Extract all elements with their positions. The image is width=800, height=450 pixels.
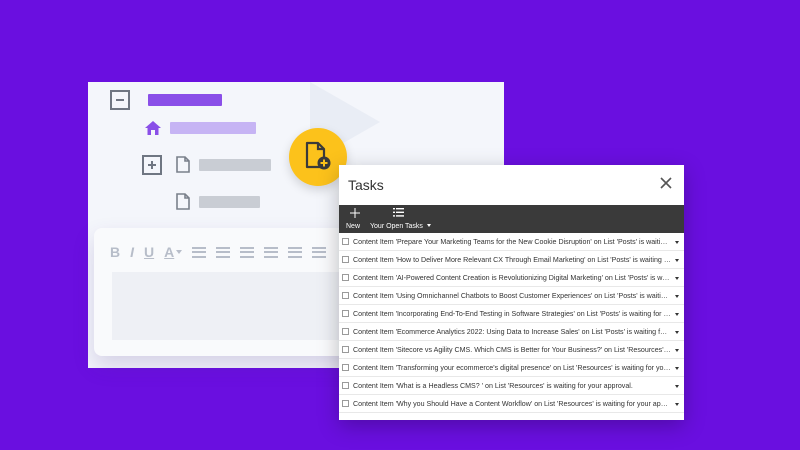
list-item: Content Item 'Why you Should Have a Cont… [339,395,684,413]
task-checkbox[interactable] [342,256,349,263]
editor-content-area[interactable] [112,272,356,340]
tree-page-label [199,159,271,171]
chevron-down-icon[interactable] [675,349,679,352]
dialog-title: Tasks [348,177,384,193]
task-checkbox[interactable] [342,346,349,353]
task-checkbox[interactable] [342,328,349,335]
task-text[interactable]: Content Item 'Incorporating End-To-End T… [353,309,671,319]
task-checkbox[interactable] [342,274,349,281]
chevron-down-icon[interactable] [675,295,679,298]
tree-root-label [148,94,222,106]
format-toolbar: B I U A [110,244,327,260]
bold-button[interactable]: B [110,244,120,260]
italic-button[interactable]: I [130,244,134,260]
list-icon[interactable] [312,246,327,258]
task-text[interactable]: Content Item 'AI-Powered Content Creatio… [353,273,671,283]
chevron-down-icon[interactable] [675,403,679,406]
list-item: Content Item 'Prepare Your Marketing Tea… [339,233,684,251]
list-item: Content Item 'Sitecore vs Agility CMS. W… [339,341,684,359]
list-item: Content Item 'Transforming your ecommerc… [339,359,684,377]
document-icon [176,156,190,178]
task-checkbox[interactable] [342,310,349,317]
task-text[interactable]: Content Item 'Sitecore vs Agility CMS. W… [353,345,671,355]
chevron-down-icon [426,224,431,227]
list-item: Content Item 'How to Deliver More Releva… [339,251,684,269]
open-tasks-dropdown[interactable]: Your Open Tasks [370,205,431,233]
chevron-down-icon[interactable] [675,259,679,262]
chevron-down-icon[interactable] [675,385,679,388]
list-item: Content Item 'Ecommerce Analytics 2022: … [339,323,684,341]
tasks-dialog: Tasks New Your Open Tasks Content Item '… [339,165,684,420]
open-tasks-label: Your Open Tasks [370,223,423,230]
list-item: Content Item 'Using Omnichannel Chatbots… [339,287,684,305]
task-list: Content Item 'Prepare Your Marketing Tea… [339,233,684,413]
home-icon [144,120,162,141]
document-add-icon [305,141,333,176]
align-justify-icon[interactable] [264,246,279,258]
chevron-down-icon[interactable] [176,250,183,254]
underline-button[interactable]: U [144,244,154,260]
task-text[interactable]: Content Item 'Prepare Your Marketing Tea… [353,237,671,247]
task-text[interactable]: Content Item 'Why you Should Have a Cont… [353,399,671,409]
task-text[interactable]: Content Item 'How to Deliver More Releva… [353,255,671,265]
document-icon [176,193,190,215]
task-checkbox[interactable] [342,400,349,407]
task-text[interactable]: Content Item 'Using Omnichannel Chatbots… [353,291,671,301]
task-checkbox[interactable] [342,382,349,389]
tree-home-label [170,122,256,134]
new-button-label: New [346,223,361,230]
chevron-down-icon[interactable] [675,367,679,370]
plus-square-icon[interactable] [142,155,162,175]
chevron-down-icon[interactable] [675,331,679,334]
indent-icon[interactable] [288,246,303,258]
font-color-button[interactable]: A [164,244,174,260]
list-item: Content Item 'Incorporating End-To-End T… [339,305,684,323]
task-checkbox[interactable] [342,238,349,245]
align-right-icon[interactable] [240,246,255,258]
chevron-down-icon[interactable] [675,313,679,316]
task-checkbox[interactable] [342,364,349,371]
task-text[interactable]: Content Item 'What is a Headless CMS? ' … [353,381,671,391]
new-button[interactable]: New [346,205,364,233]
align-center-icon[interactable] [216,246,231,258]
task-text[interactable]: Content Item 'Transforming your ecommerc… [353,363,671,373]
list-item: Content Item 'AI-Powered Content Creatio… [339,269,684,287]
minus-square-icon[interactable] [110,90,130,110]
list-icon [393,208,404,219]
chevron-down-icon[interactable] [675,241,679,244]
align-left-icon[interactable] [192,246,207,258]
close-icon[interactable] [658,175,674,191]
rich-text-editor: B I U A [94,228,362,356]
task-text[interactable]: Content Item 'Ecommerce Analytics 2022: … [353,327,671,337]
tasks-toolbar: New Your Open Tasks [339,205,684,233]
open-tasks-label-wrap: Your Open Tasks [370,223,431,230]
tree-page-label [199,196,260,208]
list-item: Content Item 'What is a Headless CMS? ' … [339,377,684,395]
task-checkbox[interactable] [342,292,349,299]
plus-icon [350,208,360,220]
chevron-down-icon[interactable] [675,277,679,280]
